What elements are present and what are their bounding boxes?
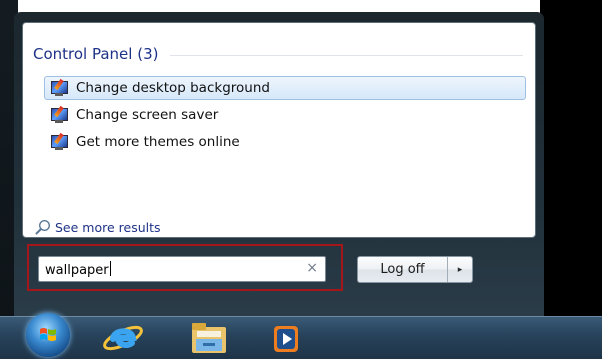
search-results-pane: Control Panel (3) Change desktop backgro… xyxy=(22,22,536,238)
media-player-icon[interactable] xyxy=(266,317,306,359)
power-options-arrow-icon[interactable]: ▸ xyxy=(448,257,472,282)
search-input[interactable]: wallpaper × xyxy=(38,256,326,282)
log-off-button[interactable]: Log off xyxy=(358,257,448,282)
section-title: Control Panel (3) xyxy=(33,45,159,63)
see-more-label: See more results xyxy=(55,219,161,235)
see-more-results-link[interactable]: See more results xyxy=(35,219,161,235)
folder-icon[interactable] xyxy=(186,317,232,359)
result-label: Get more themes online xyxy=(76,134,240,150)
display-personalize-icon xyxy=(50,132,68,150)
clear-search-icon[interactable]: × xyxy=(306,260,318,276)
result-item-change-desktop-background[interactable]: Change desktop background xyxy=(44,76,526,100)
section-header[interactable]: Control Panel (3) xyxy=(33,45,523,63)
display-personalize-icon xyxy=(50,105,68,123)
power-button-group: Log off ▸ xyxy=(357,256,473,283)
text-caret xyxy=(109,261,111,276)
result-label: Change desktop background xyxy=(76,80,270,96)
taskbar xyxy=(0,313,602,359)
display-personalize-icon xyxy=(50,78,68,96)
section-divider xyxy=(170,55,523,56)
search-query: wallpaper xyxy=(45,261,111,278)
desktop-background-right xyxy=(540,0,602,316)
windows-orb-icon[interactable] xyxy=(26,313,70,357)
result-label: Change screen saver xyxy=(76,107,219,123)
result-item-get-more-themes-online[interactable]: Get more themes online xyxy=(44,130,526,154)
result-item-change-screen-saver[interactable]: Change screen saver xyxy=(44,103,526,127)
ie-icon[interactable] xyxy=(100,317,146,359)
magnifier-icon xyxy=(35,219,51,235)
